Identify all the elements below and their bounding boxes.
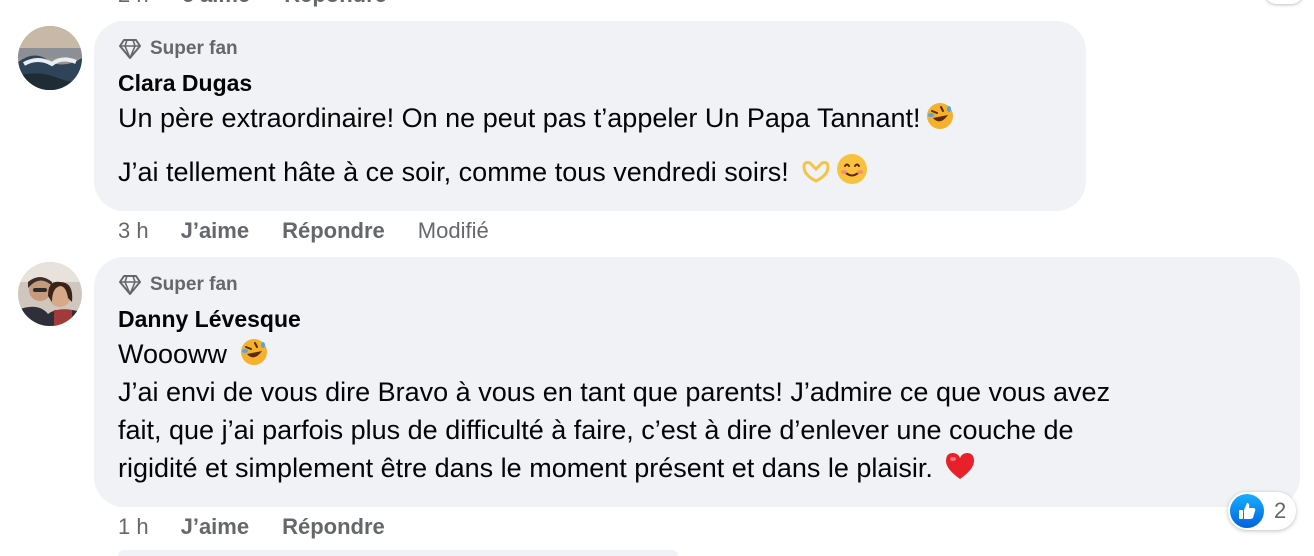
super-fan-badge: Super fan [118, 273, 1276, 297]
reply-button[interactable]: Répondre [282, 514, 385, 540]
previous-like-button[interactable]: J'aime [183, 0, 251, 8]
next-comment-edge [118, 550, 678, 556]
like-reaction-icon [1230, 494, 1264, 528]
smiling-emoji [836, 153, 868, 185]
reaction-count: 2 [1274, 498, 1287, 523]
reaction-count-badge[interactable]: 2 [1228, 492, 1297, 530]
comment-line: rigidité et simplement être dans le mome… [118, 453, 933, 483]
comment-text: rigidité et simplement être dans le mome… [118, 449, 1276, 487]
comment-text: Woooww [118, 335, 1276, 373]
previous-reply-button[interactable]: Répondre [284, 0, 387, 8]
heart-hands-emoji [800, 159, 832, 185]
comment-line: Un père extraordinaire! On ne peut pas t… [118, 103, 921, 133]
comment-line: Woooww [118, 339, 228, 369]
rofl-emoji [925, 101, 955, 131]
previous-reaction-badge[interactable] [1264, 0, 1304, 4]
like-button[interactable]: J’aime [181, 514, 250, 540]
avatar-danny-levesque[interactable] [18, 262, 82, 326]
super-fan-badge: Super fan [118, 37, 1062, 61]
comment-time[interactable]: 1 h [118, 514, 149, 540]
badge-label: Super fan [150, 274, 238, 295]
previous-comment-actions: 2 h J'aime Répondre [118, 0, 387, 8]
reply-button[interactable]: Répondre [282, 218, 385, 244]
comment-text: Un père extraordinaire! On ne peut pas t… [118, 99, 1062, 137]
comment-actions: 1 h J’aime Répondre [118, 514, 418, 540]
comment-author[interactable]: Clara Dugas [118, 69, 1062, 97]
previous-comment-time: 2 h [118, 0, 149, 8]
comment-actions: 3 h J’aime Répondre Modifié [118, 218, 489, 244]
comment-line: J’ai tellement hâte à ce soir, comme tou… [118, 157, 789, 187]
comment-text-line: J’ai envi de vous dire Bravo à vous en t… [118, 377, 1111, 407]
comment-time[interactable]: 3 h [118, 218, 149, 244]
diamond-icon [119, 275, 141, 295]
diamond-icon [119, 39, 141, 59]
avatar-clara-dugas[interactable] [18, 26, 82, 90]
comment-text: J’ai tellement hâte à ce soir, comme tou… [118, 153, 1062, 191]
red-heart-emoji [944, 451, 976, 481]
comment-text-line: fait, que j’ai parfois plus de difficult… [118, 415, 1074, 445]
edited-label: Modifié [417, 218, 489, 243]
badge-label: Super fan [150, 38, 238, 59]
comment-thread: 2 h J'aime Répondre Super fan Clara Duga… [0, 0, 1314, 556]
comment-bubble: Super fan Clara Dugas Un père extraordin… [94, 21, 1086, 211]
comment-bubble: Super fan Danny Lévesque Woooww J’ai env… [94, 257, 1300, 507]
like-button[interactable]: J’aime [181, 218, 250, 244]
comment-author[interactable]: Danny Lévesque [118, 305, 1276, 333]
rofl-emoji [239, 337, 269, 367]
